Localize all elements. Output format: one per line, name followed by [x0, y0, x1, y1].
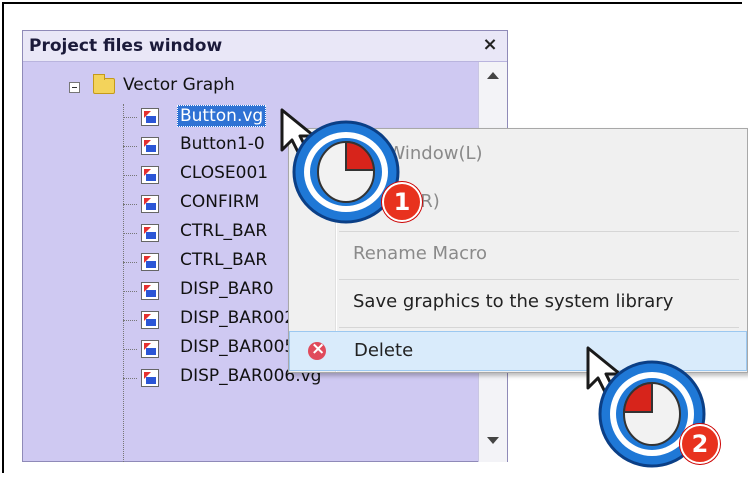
tree-branch: [123, 378, 137, 379]
menu-item-label: Delete: [354, 340, 414, 361]
tree-item-selected[interactable]: Button.vg: [177, 105, 267, 127]
menu-item-save-graphics[interactable]: Save graphics to the system library: [289, 283, 747, 323]
vector-graphic-icon: [141, 166, 159, 184]
tree-branch: [123, 320, 137, 321]
tree-branch: [123, 146, 137, 147]
tree-root-label[interactable]: Vector Graph: [123, 75, 235, 95]
vector-graphic-icon: [141, 282, 159, 300]
vector-graphic-icon: [141, 253, 159, 271]
menu-separator: [339, 279, 739, 280]
tree-item[interactable]: CTRL_BAR: [180, 221, 267, 241]
menu-item-label: Save graphics to the system library: [353, 291, 674, 312]
tree-guide-line: [123, 104, 124, 462]
step-badge-1: 1: [382, 182, 422, 222]
vector-graphic-icon: [141, 224, 159, 242]
tree-branch: [123, 349, 137, 350]
tree-branch: [123, 117, 137, 118]
tree-item[interactable]: DISP_BAR0: [180, 279, 274, 299]
delete-icon: [308, 339, 326, 360]
menu-separator: [339, 231, 739, 232]
tree-branch: [123, 262, 137, 263]
vector-graphic-icon: [141, 311, 159, 329]
vector-graphic-icon: [141, 137, 159, 155]
vector-graphic-icon: [141, 369, 159, 387]
menu-item-label: Rename Macro: [353, 243, 488, 264]
tree-branch: [123, 291, 137, 292]
folder-icon: [93, 74, 115, 94]
tree-item[interactable]: CONFIRM: [180, 192, 259, 212]
tree-item[interactable]: Button1-0: [180, 134, 265, 154]
collapse-toggle-icon[interactable]: [69, 82, 80, 93]
close-button[interactable]: ×: [479, 34, 501, 56]
tree-item[interactable]: CTRL_BAR: [180, 250, 267, 270]
vector-graphic-icon: [141, 340, 159, 358]
panel-title: Project files window: [29, 36, 223, 56]
tree-branch: [123, 175, 137, 176]
menu-item-rename-macro[interactable]: Rename Macro: [289, 235, 747, 275]
tree-branch: [123, 204, 137, 205]
scroll-down-icon[interactable]: [487, 437, 499, 444]
step-badge-2: 2: [680, 424, 720, 464]
vector-graphic-icon: [141, 195, 159, 213]
tree-item[interactable]: CLOSE001: [180, 163, 268, 183]
scroll-up-icon[interactable]: [487, 72, 499, 79]
vector-graphic-icon: [141, 108, 159, 126]
menu-separator: [339, 327, 739, 328]
tree-branch: [123, 233, 137, 234]
panel-titlebar: Project files window ×: [23, 31, 507, 62]
